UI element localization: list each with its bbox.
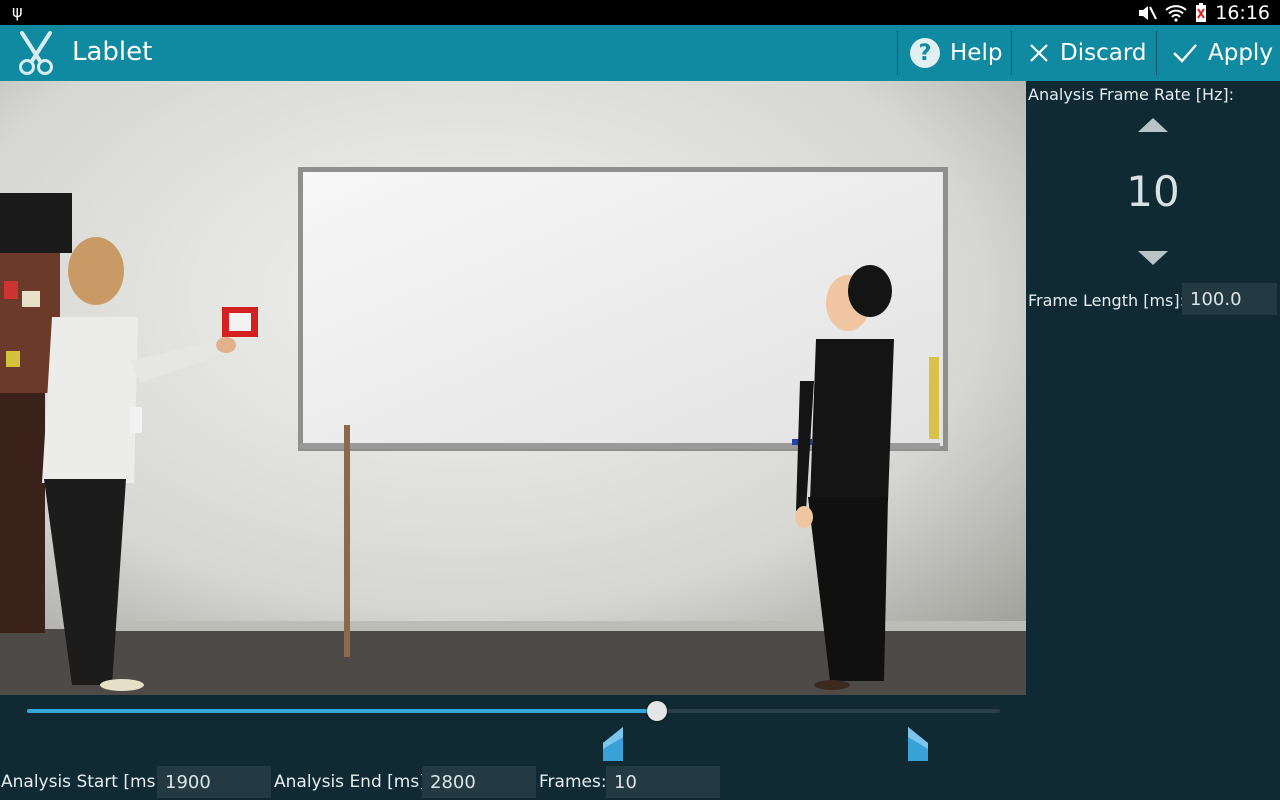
help-button[interactable]: ? Help xyxy=(910,25,1002,81)
status-icons: 16:16 xyxy=(1137,0,1270,25)
scissors-icon xyxy=(19,31,53,75)
divider xyxy=(1011,31,1012,75)
apply-label: Apply xyxy=(1208,40,1273,66)
analysis-start-label: Analysis Start [ms]: xyxy=(1,772,168,792)
app-title: Lablet xyxy=(72,37,153,67)
status-bar: ψ 16:16 xyxy=(0,0,1280,25)
usb-icon: ψ xyxy=(12,2,23,21)
help-label: Help xyxy=(950,40,1003,66)
video-frame[interactable] xyxy=(0,81,1026,695)
frame-rate-label: Analysis Frame Rate [Hz]: xyxy=(1028,85,1235,104)
frame-length-label: Frame Length [ms]: xyxy=(1028,291,1186,310)
discard-label: Discard xyxy=(1060,40,1147,66)
seek-progress xyxy=(27,709,657,713)
analysis-start-field[interactable]: 1900 xyxy=(157,766,271,798)
side-panel: Analysis Frame Rate [Hz]: 10 Frame Lengt… xyxy=(1026,81,1280,800)
analysis-end-field[interactable]: 2800 xyxy=(422,766,536,798)
battery-low-icon xyxy=(1196,2,1207,22)
range-end-handle[interactable] xyxy=(906,727,928,761)
wifi-icon xyxy=(1165,4,1187,22)
check-icon xyxy=(1173,44,1197,63)
seek-thumb[interactable] xyxy=(646,701,667,721)
action-bar: Lablet ? Help Discard Apply xyxy=(0,25,1280,81)
frame-rate-value[interactable]: 10 xyxy=(1026,167,1280,216)
seek-bar[interactable] xyxy=(27,701,1000,721)
discard-button[interactable]: Discard xyxy=(1028,25,1146,81)
apply-button[interactable]: Apply xyxy=(1172,25,1273,81)
analysis-end-label: Analysis End [ms]: xyxy=(274,772,432,792)
mute-icon xyxy=(1139,5,1158,20)
increment-arrow-icon[interactable] xyxy=(1138,118,1168,132)
close-icon xyxy=(1030,44,1048,62)
frames-label: Frames: xyxy=(539,772,607,792)
decrement-arrow-icon[interactable] xyxy=(1138,251,1168,265)
range-start-handle[interactable] xyxy=(603,727,625,761)
divider xyxy=(1156,31,1157,75)
clock: 16:16 xyxy=(1215,1,1270,24)
divider xyxy=(897,31,898,75)
frame-length-field[interactable]: 100.0 xyxy=(1182,283,1277,315)
help-icon: ? xyxy=(910,38,940,68)
frames-field[interactable]: 10 xyxy=(606,766,720,798)
